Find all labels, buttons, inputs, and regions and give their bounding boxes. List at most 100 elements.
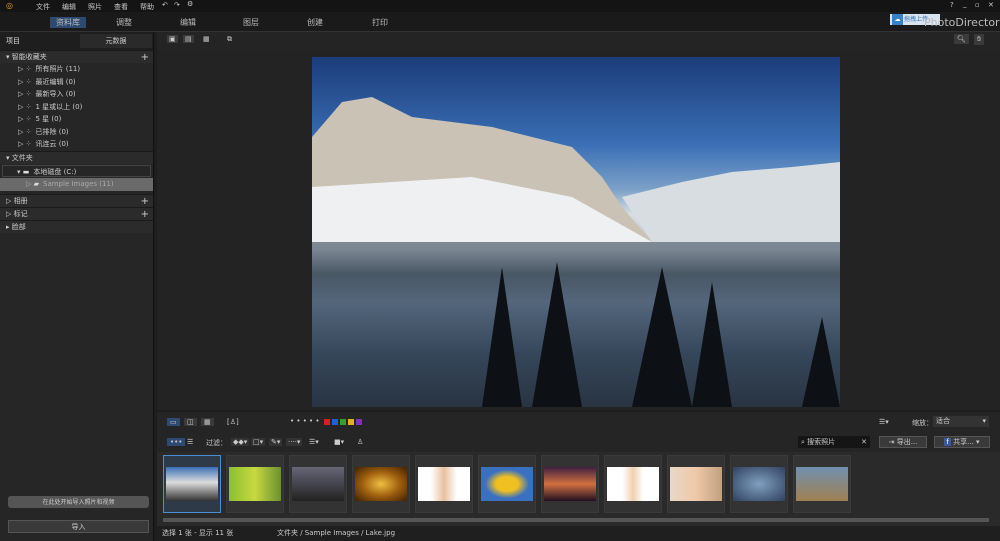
- folder-item-sample-images[interactable]: ▷ ▰ Sample Images (11): [0, 178, 153, 191]
- compare-view-button[interactable]: ◫: [184, 418, 197, 426]
- color-label-swatch[interactable]: [324, 419, 330, 425]
- thumbnail-leaves[interactable]: [226, 455, 284, 513]
- redo-icon[interactable]: ↷: [174, 1, 180, 9]
- info-toggle-icon[interactable]: ☰▾: [879, 418, 889, 426]
- smart-collection-item[interactable]: ▷ ⁘ 最新导入 (0): [0, 88, 153, 101]
- filter-edit-dropdown[interactable]: ✎▾: [269, 438, 283, 446]
- import-button[interactable]: 导入: [8, 520, 149, 533]
- view-compare-icon[interactable]: ▤: [183, 35, 194, 43]
- detail-view-button[interactable]: ☰: [184, 438, 196, 446]
- color-label-swatch[interactable]: [356, 419, 362, 425]
- smart-collection-item[interactable]: ▷ ⁘ 1 星或以上 (0): [0, 101, 153, 114]
- clear-search-icon[interactable]: ✕: [861, 436, 867, 448]
- menu-item[interactable]: 文件: [36, 3, 50, 11]
- rating-dots[interactable]: • • • • •: [290, 417, 320, 425]
- tab-project[interactable]: 项目: [6, 36, 20, 46]
- smart-collection-label: 讯连云 (0): [35, 140, 69, 148]
- maximize-icon[interactable]: ▫: [975, 1, 980, 9]
- drive-icon: ▬: [22, 167, 30, 176]
- status-bar: 选择 1 张 - 显示 11 张 文件夹 / Sample Images / L…: [157, 526, 1000, 541]
- menu-bar: ◎ 文件 编辑 照片 查看 帮助 ↶ ↷ ⚙ ? _ ▫ ✕: [0, 0, 1000, 12]
- tab-library[interactable]: 资料库: [50, 17, 86, 28]
- close-icon[interactable]: ✕: [988, 1, 994, 9]
- faces-title: 脸部: [11, 222, 26, 231]
- albums-header[interactable]: ▷ 相册 +: [0, 193, 153, 207]
- smart-collection-item[interactable]: ▷ ⁘ 5 星 (0): [0, 113, 153, 126]
- single-view-button[interactable]: ▭: [167, 418, 180, 426]
- zoom-tool-icon[interactable]: 🔍︎: [954, 34, 969, 44]
- hand-tool-icon[interactable]: ✋︎: [974, 34, 984, 45]
- color-label-swatch[interactable]: [340, 419, 346, 425]
- thumbnail-panorama-city[interactable]: [730, 455, 788, 513]
- menu-item[interactable]: 编辑: [62, 3, 76, 11]
- face-tag-icon[interactable]: [♙]: [227, 418, 239, 426]
- faces-header[interactable]: ▸ 脸部: [0, 219, 153, 233]
- list-view-button[interactable]: •••: [167, 438, 186, 446]
- import-hint-tooltip: 在此处开始导入照片和视频: [8, 496, 149, 508]
- thumbnail-spiral[interactable]: [352, 455, 410, 513]
- smart-collection-item[interactable]: ▷ ⁘ 最近编辑 (0): [0, 76, 153, 89]
- thumbnail-panorama-field[interactable]: [793, 455, 851, 513]
- thumbnail-image: [292, 467, 344, 501]
- tab-metadata[interactable]: 元数据: [80, 34, 152, 48]
- menu-item[interactable]: 查看: [114, 3, 128, 11]
- main-photo-lake: [312, 57, 840, 407]
- sort-dropdown[interactable]: ☰▾: [309, 438, 319, 446]
- view-grid-icon[interactable]: ▦: [203, 35, 210, 43]
- grid-view-button[interactable]: ▦: [201, 418, 214, 426]
- recent-edit-icon: ⁘: [25, 77, 32, 86]
- thumbnail-portrait-woman[interactable]: [415, 455, 473, 513]
- minimize-icon[interactable]: _: [963, 0, 967, 8]
- thumbnail-sunflower[interactable]: [478, 455, 536, 513]
- thumbnail-image: [796, 467, 848, 501]
- smart-collection-label: 最新导入 (0): [35, 90, 76, 98]
- undo-icon[interactable]: ↶: [162, 1, 168, 9]
- color-label-swatch[interactable]: [348, 419, 354, 425]
- share-button[interactable]: f 共享... ▾: [934, 436, 990, 448]
- zoom-select[interactable]: 适合 ▾: [933, 416, 989, 427]
- filter-flag-dropdown[interactable]: ◆◆▾: [231, 438, 250, 446]
- tab-edit[interactable]: 编辑: [180, 17, 196, 28]
- thumbnail-lake[interactable]: [163, 455, 221, 513]
- thumbnail-image: [733, 467, 785, 501]
- folders-header[interactable]: ▾ 文件夹: [0, 150, 153, 164]
- smart-collection-item[interactable]: ▷ ⁘ 已排除 (0): [0, 126, 153, 139]
- drive-item[interactable]: ▾ ▬ 本地磁盘 (C:): [2, 164, 151, 177]
- filmstrip-scrollbar[interactable]: [163, 518, 989, 522]
- export-button[interactable]: ⇥ 导出...: [879, 436, 927, 448]
- menu-item[interactable]: 帮助: [140, 3, 154, 11]
- star-icon: ⁘: [25, 102, 32, 111]
- tags-header[interactable]: ▷ 标记 +: [0, 206, 153, 220]
- help-icon[interactable]: ?: [950, 1, 954, 9]
- thumbnail-image: [355, 467, 407, 501]
- color-label-swatch[interactable]: [332, 419, 338, 425]
- smart-collections-title: 智能收藏夹: [11, 53, 47, 61]
- thumbnail-blonde-woman[interactable]: [604, 455, 662, 513]
- rotate-icon[interactable]: ⧉: [227, 35, 232, 44]
- smart-collection-item[interactable]: ▷ ⁘ 所有照片 (11): [0, 63, 153, 76]
- filmstrip-toolbar: ▭ ◫ ▦ [♙] • • • • • ••• ☰ 过滤： ◆◆▾ □▾ ✎▾ …: [157, 412, 1000, 452]
- selection-status: 选择 1 张 - 显示 11 张: [162, 529, 234, 537]
- thumbnail-image: [544, 467, 596, 501]
- filter-label-dropdown[interactable]: □▾: [251, 438, 266, 446]
- add-icon[interactable]: +: [141, 51, 149, 64]
- settings-icon[interactable]: ⚙: [187, 0, 193, 8]
- smart-collection-item[interactable]: ▷ ⁘ 讯连云 (0): [0, 138, 153, 151]
- tab-create[interactable]: 创建: [307, 17, 323, 28]
- menu-item[interactable]: 照片: [88, 3, 102, 11]
- smart-collections-header[interactable]: ▾ 智能收藏夹 +: [0, 50, 153, 63]
- tab-adjust[interactable]: 调整: [116, 17, 132, 28]
- stack-dropdown[interactable]: ■▾: [334, 438, 344, 446]
- thumbnail-dark-landscape[interactable]: [289, 455, 347, 513]
- people-icon[interactable]: ♙: [357, 438, 363, 446]
- view-single-icon[interactable]: ▣: [167, 35, 178, 43]
- thumbnail-smiling-woman[interactable]: [667, 455, 725, 513]
- cloud-icon: ☁: [892, 14, 903, 25]
- tab-print[interactable]: 打印: [372, 17, 388, 28]
- filter-more-dropdown[interactable]: ····▾: [286, 438, 303, 446]
- thumbnail-sunset[interactable]: [541, 455, 599, 513]
- tab-layers[interactable]: 图层: [243, 17, 259, 28]
- search-input[interactable]: ⌕ 搜索照片 ✕: [798, 436, 870, 448]
- folders-title: 文件夹: [11, 153, 33, 162]
- color-labels[interactable]: [324, 419, 364, 427]
